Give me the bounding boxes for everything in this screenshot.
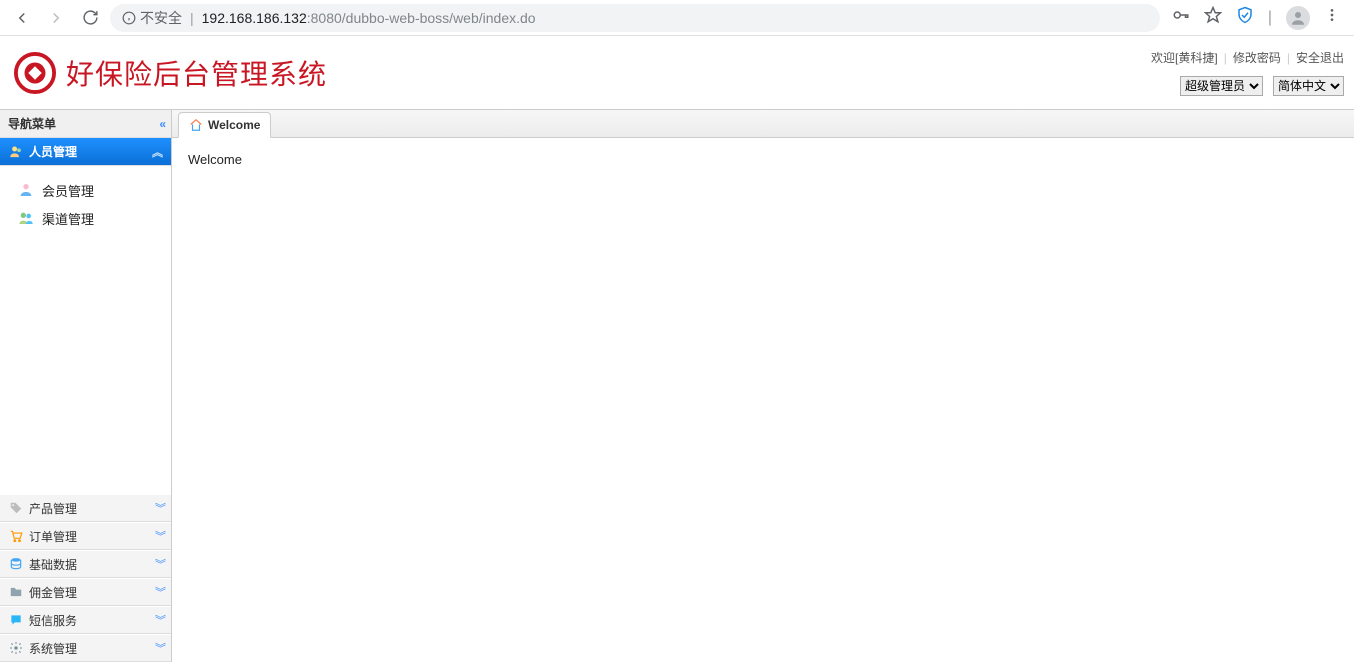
- sidebar-section-sms[interactable]: 短信服务 ︾: [0, 606, 171, 634]
- brand: 好保险后台管理系统: [14, 52, 327, 94]
- change-password-link[interactable]: 修改密码: [1233, 49, 1281, 66]
- sidebar-submenu: 会员管理 渠道管理: [0, 166, 171, 242]
- sidebar: 导航菜单 « 人员管理 ︽ 会员管理 渠道管理 产品管理: [0, 110, 172, 662]
- chevron-down-icon: ︾: [155, 556, 163, 572]
- folder-icon: [8, 584, 24, 600]
- brand-title: 好保险后台管理系统: [66, 53, 327, 93]
- tab-welcome-body: Welcome: [172, 138, 1354, 181]
- people-icon: [8, 144, 24, 160]
- users-icon: [18, 210, 34, 226]
- welcome-text: 欢迎[黄科捷]: [1151, 49, 1218, 66]
- toolbar-separator: |: [1268, 9, 1272, 27]
- section-label: 系统管理: [29, 640, 77, 657]
- chevron-down-icon: ︾: [155, 528, 163, 544]
- forward-button[interactable]: [42, 4, 70, 32]
- browser-actions: |: [1166, 6, 1346, 30]
- language-select[interactable]: 简体中文: [1273, 76, 1344, 96]
- chat-icon: [8, 612, 24, 628]
- logout-link[interactable]: 安全退出: [1296, 49, 1344, 66]
- profile-avatar[interactable]: [1286, 6, 1310, 30]
- insecure-label: 不安全: [140, 8, 182, 28]
- chevron-down-icon: ︾: [155, 612, 163, 628]
- collapse-sidebar-icon[interactable]: «: [159, 117, 163, 131]
- reload-button[interactable]: [76, 4, 104, 32]
- sub-item-label: 渠道管理: [42, 209, 94, 228]
- address-bar[interactable]: 不安全 | 192.168.186.132:8080/dubbo-web-bos…: [110, 4, 1160, 32]
- sidebar-title-bar: 导航菜单 «: [0, 110, 171, 138]
- sidebar-section-product[interactable]: 产品管理 ︾: [0, 494, 171, 522]
- sidebar-section-commission[interactable]: 佣金管理 ︾: [0, 578, 171, 606]
- top-links: 欢迎[黄科捷] | 修改密码 | 安全退出: [1151, 49, 1344, 66]
- sidebar-title: 导航菜单: [8, 115, 56, 132]
- header-right: 欢迎[黄科捷] | 修改密码 | 安全退出 超级管理员 简体中文: [1151, 49, 1344, 96]
- browser-toolbar: 不安全 | 192.168.186.132:8080/dubbo-web-bos…: [0, 0, 1354, 36]
- sidebar-spacer: [0, 242, 171, 494]
- section-label: 产品管理: [29, 500, 77, 517]
- chevron-down-icon: ︾: [155, 500, 163, 516]
- cart-icon: [8, 528, 24, 544]
- section-label: 订单管理: [29, 528, 77, 545]
- url-text: 192.168.186.132:8080/dubbo-web-boss/web/…: [202, 10, 536, 26]
- sub-item-label: 会员管理: [42, 181, 94, 200]
- menu-dots-icon[interactable]: [1324, 7, 1340, 28]
- section-label: 基础数据: [29, 556, 77, 573]
- role-select[interactable]: 超级管理员: [1180, 76, 1263, 96]
- back-button[interactable]: [8, 4, 36, 32]
- chevron-down-icon: ︾: [155, 640, 163, 656]
- sidebar-section-personnel[interactable]: 人员管理 ︽: [0, 138, 171, 166]
- shield-icon[interactable]: [1236, 6, 1254, 29]
- sidebar-section-basedata[interactable]: 基础数据 ︾: [0, 550, 171, 578]
- sidebar-section-system[interactable]: 系统管理 ︾: [0, 634, 171, 662]
- bookmark-star-icon[interactable]: [1204, 6, 1222, 29]
- sidebar-item-member-mgmt[interactable]: 会员管理: [0, 176, 171, 204]
- section-label: 佣金管理: [29, 584, 77, 601]
- chevron-down-icon: ︾: [155, 584, 163, 600]
- tag-icon: [8, 500, 24, 516]
- key-icon[interactable]: [1172, 6, 1190, 29]
- user-icon: [18, 182, 34, 198]
- content-area: Welcome Welcome: [172, 110, 1354, 662]
- chevron-up-icon: ︽: [152, 144, 163, 160]
- site-info-button[interactable]: 不安全: [122, 8, 182, 28]
- section-label: 短信服务: [29, 612, 77, 629]
- home-icon: [189, 118, 203, 132]
- tab-label: Welcome: [208, 118, 260, 132]
- section-label: 人员管理: [29, 143, 77, 160]
- tab-welcome[interactable]: Welcome: [178, 112, 271, 138]
- sidebar-item-channel-mgmt[interactable]: 渠道管理: [0, 204, 171, 232]
- gear-icon: [8, 640, 24, 656]
- header-selects: 超级管理员 简体中文: [1180, 76, 1344, 96]
- main-area: 导航菜单 « 人员管理 ︽ 会员管理 渠道管理 产品管理: [0, 110, 1354, 662]
- page-header: 好保险后台管理系统 欢迎[黄科捷] | 修改密码 | 安全退出 超级管理员 简体…: [0, 36, 1354, 110]
- sidebar-section-order[interactable]: 订单管理 ︾: [0, 522, 171, 550]
- address-separator: |: [190, 10, 194, 26]
- tabs-bar: Welcome: [172, 110, 1354, 138]
- database-icon: [8, 556, 24, 572]
- brand-logo-icon: [14, 52, 56, 94]
